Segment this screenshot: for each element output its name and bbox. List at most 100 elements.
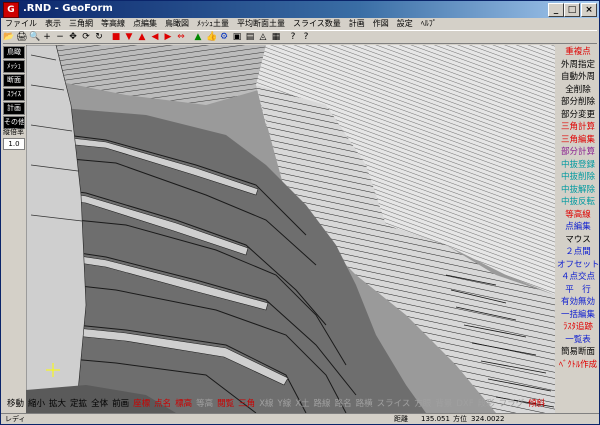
command-button[interactable]: 中抜登録 (557, 159, 599, 172)
title-bar[interactable]: G .RND - GeoForm _ □ × (1, 1, 599, 18)
left-mode-button[interactable]: ﾒｯｼｭ (3, 60, 25, 73)
menu-item[interactable]: 等高線 (97, 18, 129, 30)
help-icon[interactable]: ? (288, 32, 298, 42)
command-button[interactable]: 自動外周 (557, 71, 599, 84)
menu-item[interactable]: 鳥瞰図 (161, 18, 193, 30)
left-mode-button[interactable]: 計画 (3, 102, 25, 115)
red-cube-icon[interactable]: ■ (111, 32, 121, 42)
menu-item[interactable]: 計画 (345, 18, 369, 30)
menu-item[interactable]: 設定 (393, 18, 417, 30)
minimize-button[interactable]: _ (548, 3, 564, 17)
command-button[interactable]: 中抜反転 (557, 196, 599, 209)
command-button[interactable]: 外周指定 (557, 59, 599, 72)
command-button[interactable]: オフセット (557, 259, 599, 272)
view-toggle-button[interactable]: 標高 (173, 398, 194, 410)
command-button[interactable]: 有効無効 (557, 296, 599, 309)
command-button[interactable]: 中抜解除 (557, 184, 599, 197)
menu-item[interactable]: 作図 (369, 18, 393, 30)
refresh-icon[interactable]: ↻ (94, 32, 104, 42)
settings-icon[interactable]: ⚙ (219, 32, 229, 42)
arrow-down-icon[interactable]: ▼ (124, 32, 134, 42)
view-toggle-button[interactable]: 背景 (433, 398, 454, 410)
view-toggle-button[interactable]: X土 (293, 398, 311, 410)
rotate-icon[interactable]: ⟳ (81, 32, 91, 42)
view-toggle-button[interactable]: DXF (454, 398, 475, 410)
maximize-button[interactable]: □ (564, 3, 580, 17)
command-button[interactable]: 部分削除 (557, 96, 599, 109)
layers-icon[interactable]: ▤ (245, 32, 255, 42)
command-button[interactable]: 部分計算 (557, 146, 599, 159)
view-toggle-button[interactable]: X線 (257, 398, 275, 410)
left-mode-button[interactable]: 鳥瞰 (3, 46, 25, 59)
view-toggle-button[interactable]: 点名 (152, 398, 173, 410)
view-toggle-button[interactable]: 路線 (312, 398, 333, 410)
view-toggle-button[interactable]: 移動 (5, 398, 26, 410)
print-icon[interactable]: 🖨 (16, 32, 27, 42)
context-help-icon[interactable]: ? (301, 32, 311, 42)
command-button[interactable]: 全削除 (557, 84, 599, 97)
command-button[interactable]: ２点間 (557, 246, 599, 259)
terrain-icon[interactable]: ▲ (193, 32, 203, 42)
view-toggle-button[interactable]: フラグ (497, 398, 527, 410)
command-button[interactable]: 平 行 (557, 284, 599, 297)
command-button[interactable]: 三角編集 (557, 134, 599, 147)
view-toggle-button[interactable]: Y線 (276, 398, 294, 410)
grid-icon[interactable]: ▦ (271, 32, 281, 42)
menu-item[interactable]: 三角網 (65, 18, 97, 30)
bird-eye-view[interactable] (26, 45, 555, 413)
view-toggle-button[interactable]: スライス (375, 398, 413, 410)
menu-item[interactable]: 表示 (41, 18, 65, 30)
menu-item[interactable]: ファイル (1, 18, 41, 30)
view-toggle-button[interactable]: 閲覧 (215, 398, 236, 410)
view-toggle-button[interactable]: 三角 (236, 398, 257, 410)
thumb-icon[interactable]: 👍 (206, 32, 217, 42)
menu-item[interactable]: スライス数量 (289, 18, 345, 30)
window-icon[interactable]: ▣ (232, 32, 242, 42)
view-toggle-button[interactable]: 方眼 (412, 398, 433, 410)
view-toggle-button[interactable]: 前画 (110, 398, 131, 410)
arrow-up-icon[interactable]: ▲ (137, 32, 147, 42)
arrow-left-icon[interactable]: ◀ (150, 32, 160, 42)
view-toggle-button[interactable]: 全体 (89, 398, 110, 410)
contour-icon[interactable]: ◬ (258, 32, 268, 42)
view-toggle-button[interactable]: 段彩 (476, 398, 497, 410)
view-toggle-button[interactable]: 拡大 (47, 398, 68, 410)
menu-item[interactable]: ﾒｯｼｭ土量 (193, 18, 233, 30)
command-button[interactable]: 中抜削除 (557, 171, 599, 184)
command-button[interactable]: 簡易断面 (557, 346, 599, 359)
command-button[interactable]: ﾗｽﾀ追跡 (557, 321, 599, 334)
menu-item[interactable]: ﾍﾙﾌﾟ (417, 18, 441, 30)
move-icon[interactable]: ✥ (68, 32, 78, 42)
zoom-icon[interactable]: 🔍 (29, 32, 40, 42)
command-button[interactable]: 等高線 (557, 209, 599, 222)
view-toggle-button[interactable]: 路名 (333, 398, 354, 410)
command-button[interactable]: 点編集 (557, 221, 599, 234)
app-icon[interactable]: G (3, 2, 19, 18)
command-button[interactable]: 重複点 (557, 46, 599, 59)
command-button[interactable]: ﾍﾞｸﾄﾙ作成 (557, 359, 599, 372)
left-mode-button[interactable]: 断面 (3, 74, 25, 87)
close-button[interactable]: × (581, 3, 597, 17)
left-mode-button[interactable]: ｽﾗｲｽ (3, 88, 25, 101)
vertical-ratio-input[interactable]: 1.0 (3, 138, 25, 150)
minus-icon[interactable]: − (55, 32, 65, 42)
plus-icon[interactable]: + (42, 32, 52, 42)
view-toggle-button[interactable]: 縮小 (26, 398, 47, 410)
view-toggle-button[interactable]: 傾斜 (526, 398, 547, 410)
toolbar: 📂 🖨 🔍 + − ✥ ⟳ ↻ ■ ▼ ▲ ◀ ▶ ⇔ ▲ 👍 ⚙ ▣ ▤ ◬ ▦?? (3, 30, 597, 44)
view-toggle-button[interactable]: 路横 (354, 398, 375, 410)
view-toggle-button[interactable]: 座標 (131, 398, 152, 410)
command-button[interactable]: マウス (557, 234, 599, 247)
command-button[interactable]: 一括編集 (557, 309, 599, 322)
arrow-right-icon[interactable]: ▶ (163, 32, 173, 42)
open-icon[interactable]: 📂 (3, 32, 14, 42)
command-button[interactable]: ４点交点 (557, 271, 599, 284)
view-toggle-button[interactable]: 等高 (194, 398, 215, 410)
command-button[interactable]: 三角計算 (557, 121, 599, 134)
menu-item[interactable]: 平均断面土量 (233, 18, 289, 30)
menu-item[interactable]: 点編集 (129, 18, 161, 30)
command-button[interactable]: 一覧表 (557, 334, 599, 347)
arrow-double-icon[interactable]: ⇔ (176, 32, 186, 42)
command-button[interactable]: 部分変更 (557, 109, 599, 122)
view-toggle-button[interactable]: 定拡 (68, 398, 89, 410)
